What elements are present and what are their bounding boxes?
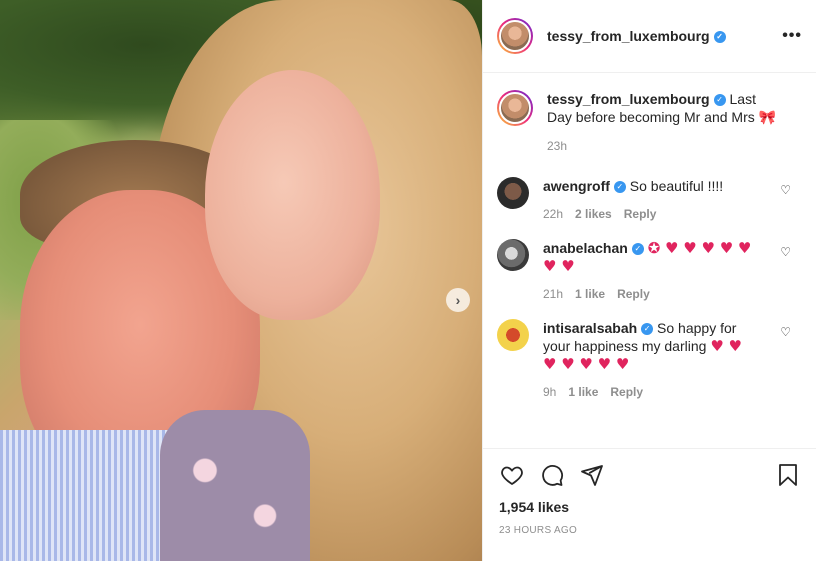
photo-woman-face [205, 70, 380, 320]
comment-time: 22h [543, 207, 564, 221]
comment-likes[interactable]: 1 like [575, 285, 605, 303]
post-time-ago: 23 HOURS AGO [499, 525, 578, 536]
commenter-avatar[interactable] [497, 177, 529, 209]
comment-username[interactable]: anabelachan [543, 240, 628, 256]
reply-button[interactable]: Reply [624, 205, 657, 223]
comment-likes[interactable]: 1 like [568, 383, 598, 401]
caption-avatar[interactable] [497, 90, 533, 126]
verified-icon: ✓ [631, 243, 644, 256]
likes-count[interactable]: 1,954 likes [499, 499, 801, 515]
post-panel: tessy_from_luxembourg ✓ ••• tessy_from_lu… [482, 0, 816, 561]
like-comment-heart-icon[interactable]: ♡ [780, 325, 791, 339]
action-icons [499, 461, 801, 489]
post-actions: 1,954 likes 23 HOURS AGO [483, 448, 816, 561]
more-options-icon[interactable]: ••• [782, 27, 802, 45]
comments-list: tessy_from_luxembourg ✓ Last Day before b… [483, 74, 816, 448]
next-photo-button[interactable]: › [446, 288, 470, 312]
post-header: tessy_from_luxembourg ✓ ••• [483, 0, 816, 73]
comment-likes[interactable]: 2 likes [575, 205, 612, 223]
comment-item: awengroff ✓ So beautiful !!!! 22h 2 likes… [497, 177, 803, 223]
save-bookmark-icon[interactable] [775, 462, 801, 488]
comment-username[interactable]: intisaralsabah [543, 320, 637, 336]
author-name[interactable]: tessy_from_luxembourg [547, 28, 710, 44]
verified-icon: ✓ [641, 323, 654, 336]
caption: tessy_from_luxembourg ✓ Last Day before b… [497, 90, 803, 155]
reply-button[interactable]: Reply [617, 285, 650, 303]
commenter-avatar[interactable] [497, 319, 529, 351]
share-icon[interactable] [579, 462, 605, 488]
verified-icon: ✓ [713, 31, 726, 44]
verified-icon: ✓ [613, 181, 626, 194]
bow-icon: 🎀 [758, 110, 777, 126]
comment-item: anabelachan ✓ ✪ ♥ ♥ ♥ ♥ ♥ ♥ ♥ 21h 1 like … [497, 239, 803, 303]
comment-username[interactable]: awengroff [543, 178, 610, 194]
author-username[interactable]: tessy_from_luxembourg ✓ [547, 28, 726, 44]
caption-username[interactable]: tessy_from_luxembourg [547, 91, 710, 107]
comment-text: So beautiful !!!! [629, 178, 724, 194]
photo-shirt [0, 430, 170, 561]
comment-time: 21h [543, 287, 564, 301]
commenter-avatar[interactable] [497, 239, 529, 271]
reply-button[interactable]: Reply [610, 383, 643, 401]
photo-blouse [160, 410, 310, 561]
comment-icon[interactable] [539, 462, 565, 488]
caption-time: 23h [547, 139, 568, 153]
comment-item: intisaralsabah ✓ So happy for your happin… [497, 319, 803, 401]
like-comment-heart-icon[interactable]: ♡ [780, 245, 791, 259]
like-heart-icon[interactable] [499, 462, 525, 488]
post-photo: › [0, 0, 482, 561]
verified-icon: ✓ [713, 94, 726, 107]
like-comment-heart-icon[interactable]: ♡ [780, 183, 791, 197]
author-avatar[interactable] [497, 18, 533, 54]
comment-time: 9h [543, 385, 557, 399]
